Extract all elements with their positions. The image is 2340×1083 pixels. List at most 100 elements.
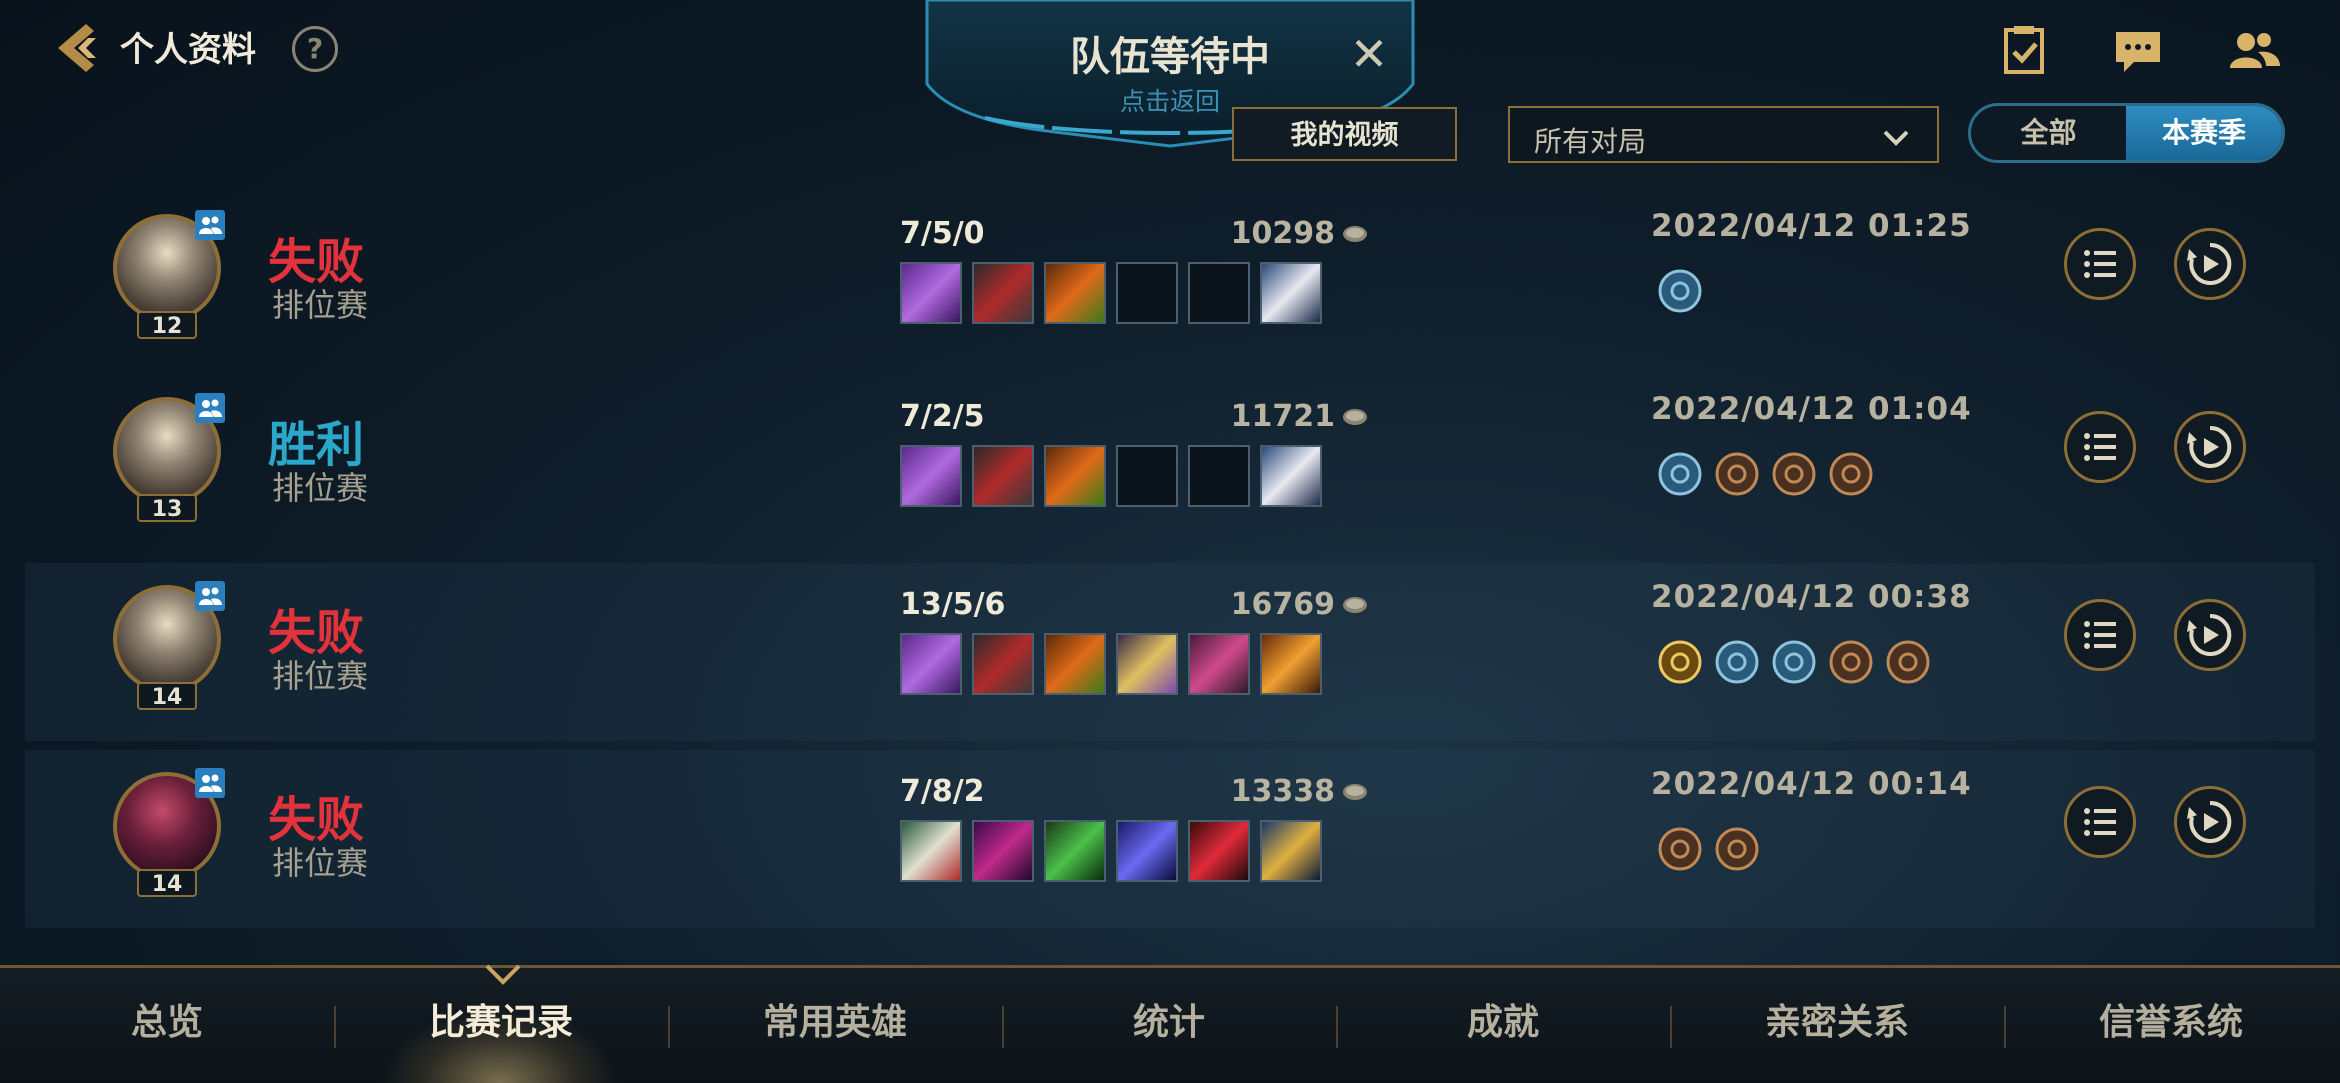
item-slot-icon[interactable]: [1044, 445, 1106, 507]
gold-earned: 10298: [1230, 216, 1335, 251]
chevron-down-icon: [1883, 130, 1909, 146]
item-slot-icon[interactable]: [900, 262, 962, 324]
gold-earned: 11721: [1230, 399, 1335, 434]
kda-score: 7/5/0: [900, 216, 985, 251]
season-current-option[interactable]: 本赛季: [2126, 106, 2282, 160]
item-slot-icon[interactable]: [1116, 820, 1178, 882]
replay-button[interactable]: [2174, 599, 2246, 671]
match-date: 2022/04/12 01:04: [1651, 391, 1972, 427]
queue-title: 队伍等待中: [1070, 34, 1270, 80]
match-row[interactable]: 12 失败 排位赛 7/5/0 10298 2022/04/12 01:25: [25, 192, 2315, 370]
nav-tab[interactable]: 成就: [1353, 988, 1653, 1058]
item-slot-icon[interactable]: [1044, 820, 1106, 882]
rune-icon[interactable]: [1828, 639, 1874, 685]
gold-earned: 13338: [1230, 774, 1335, 809]
match-date: 2022/04/12 01:25: [1651, 208, 1972, 244]
nav-tab[interactable]: 信誉系统: [2021, 988, 2321, 1058]
item-slot-icon[interactable]: [1116, 262, 1178, 324]
replay-icon: [2187, 800, 2232, 843]
season-all-option[interactable]: 全部: [1971, 106, 2126, 160]
item-slot-icon[interactable]: [1260, 820, 1322, 882]
replay-button[interactable]: [2174, 411, 2246, 483]
champion-level-badge: 12: [137, 311, 197, 339]
replay-icon: [2187, 425, 2232, 468]
nav-divider: [1002, 1006, 1004, 1048]
item-slot-icon[interactable]: [972, 445, 1034, 507]
back-arrow-icon: [58, 24, 96, 72]
rune-icon[interactable]: [1657, 268, 1703, 314]
match-details-button[interactable]: [2064, 599, 2136, 671]
rune-icon[interactable]: [1828, 451, 1874, 497]
kda-score: 13/5/6: [900, 587, 1006, 622]
nav-divider: [2004, 1006, 2006, 1048]
item-slot-icon[interactable]: [972, 262, 1034, 324]
item-slot-icon[interactable]: [1116, 445, 1178, 507]
nav-divider: [334, 1006, 336, 1048]
rune-icon[interactable]: [1657, 451, 1703, 497]
gold-coin-icon: [1343, 784, 1367, 800]
close-icon[interactable]: ✕: [1345, 30, 1393, 78]
match-date: 2022/04/12 00:38: [1651, 579, 1972, 615]
replay-button[interactable]: [2174, 228, 2246, 300]
replay-icon: [2187, 242, 2232, 285]
rune-icon[interactable]: [1714, 826, 1760, 872]
nav-tab[interactable]: 总览: [17, 988, 317, 1058]
match-row[interactable]: 13 胜利 排位赛 7/2/5 11721 2022/04/12 01:04: [25, 375, 2315, 553]
task-icon[interactable]: [1996, 22, 2052, 78]
item-slot-icon[interactable]: [900, 445, 962, 507]
nav-divider: [1670, 1006, 1672, 1048]
back-button[interactable]: [48, 18, 108, 78]
nav-tab[interactable]: 统计: [1019, 988, 1319, 1058]
party-icon: [195, 393, 225, 423]
rune-icon[interactable]: [1657, 826, 1703, 872]
item-slot-icon[interactable]: [972, 633, 1034, 695]
rune-icon[interactable]: [1885, 639, 1931, 685]
item-slot-icon[interactable]: [1260, 262, 1322, 324]
nav-tab[interactable]: 亲密关系: [1687, 988, 1987, 1058]
replay-icon: [2187, 613, 2232, 656]
match-date: 2022/04/12 00:14: [1651, 766, 1972, 802]
match-row[interactable]: 14 失败 排位赛 7/8/2 13338 2022/04/12 00:14: [25, 750, 2315, 928]
replay-button[interactable]: [2174, 786, 2246, 858]
rune-icon[interactable]: [1714, 639, 1760, 685]
gold-coin-icon: [1343, 409, 1367, 425]
match-details-button[interactable]: [2064, 411, 2136, 483]
season-toggle[interactable]: 全部 本赛季: [1968, 103, 2285, 163]
friends-icon[interactable]: [2226, 22, 2282, 78]
item-slot-icon[interactable]: [1188, 633, 1250, 695]
item-slot-icon[interactable]: [1188, 820, 1250, 882]
item-slot-icon[interactable]: [1260, 633, 1322, 695]
champion-level-badge: 14: [137, 869, 197, 897]
chat-icon[interactable]: [2110, 22, 2166, 78]
item-slot-icon[interactable]: [1116, 633, 1178, 695]
match-mode: 排位赛: [272, 469, 369, 507]
list-icon: [2084, 621, 2116, 649]
item-slot-icon[interactable]: [900, 820, 962, 882]
nav-tab[interactable]: 比赛记录: [351, 988, 651, 1058]
item-slot-icon[interactable]: [1188, 445, 1250, 507]
match-type-dropdown[interactable]: 所有对局: [1508, 106, 1939, 163]
my-videos-button[interactable]: 我的视频: [1232, 107, 1457, 161]
item-slot-icon[interactable]: [1260, 445, 1322, 507]
champion-level-badge: 14: [137, 682, 197, 710]
party-icon: [195, 581, 225, 611]
help-icon[interactable]: ?: [292, 26, 338, 72]
rune-icon[interactable]: [1771, 451, 1817, 497]
item-slot-icon[interactable]: [1188, 262, 1250, 324]
item-slot-icon[interactable]: [1044, 262, 1106, 324]
item-slot-icon[interactable]: [900, 633, 962, 695]
item-slot-icon[interactable]: [972, 820, 1034, 882]
item-slot-icon[interactable]: [1044, 633, 1106, 695]
kda-score: 7/2/5: [900, 399, 985, 434]
nav-tab[interactable]: 常用英雄: [685, 988, 985, 1058]
gold-coin-icon: [1343, 597, 1367, 613]
page-title: 个人资料: [120, 30, 256, 70]
match-row[interactable]: 14 失败 排位赛 13/5/6 16769 2022/04/12 00:38: [25, 563, 2315, 741]
rune-icon[interactable]: [1714, 451, 1760, 497]
rune-icon[interactable]: [1657, 639, 1703, 685]
match-mode: 排位赛: [272, 657, 369, 695]
match-details-button[interactable]: [2064, 228, 2136, 300]
bottom-nav: 总览 比赛记录 常用英雄 统计 成就 亲密关系 信誉系统: [0, 964, 2340, 1083]
rune-icon[interactable]: [1771, 639, 1817, 685]
match-details-button[interactable]: [2064, 786, 2136, 858]
